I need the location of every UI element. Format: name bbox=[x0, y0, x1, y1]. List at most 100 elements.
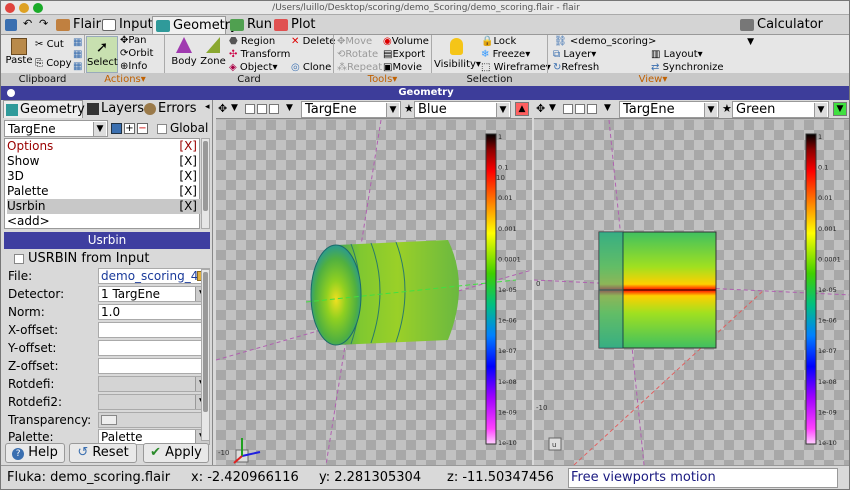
list-item[interactable]: Options [X] bbox=[7, 139, 201, 154]
viewport-layer-select[interactable]: TargEne ▼ bbox=[301, 101, 401, 118]
viewport-layer-select[interactable]: TargEne ▼ bbox=[619, 101, 719, 118]
detector-select[interactable]: 1 TargEne▼ bbox=[98, 286, 210, 302]
move-icon[interactable]: ✥ bbox=[536, 102, 545, 115]
layer-name-select[interactable]: TargEne ▼ bbox=[4, 120, 108, 137]
tab-flair[interactable]: Flair bbox=[53, 16, 101, 34]
rotdefi-select[interactable]: ▼ bbox=[98, 376, 210, 392]
grid-icon-3[interactable]: ▦ bbox=[73, 61, 82, 73]
viewport-color-select[interactable]: Blue ▼ bbox=[414, 101, 511, 118]
list-item[interactable]: Show [X] bbox=[7, 154, 201, 169]
reset-button[interactable]: ↺ Reset bbox=[69, 443, 137, 463]
pick-icon[interactable] bbox=[563, 104, 573, 114]
viewport-color-select[interactable]: Green ▼ bbox=[732, 101, 829, 118]
group-tools[interactable]: Tools▾ bbox=[334, 73, 431, 86]
group-actions[interactable]: Actions▾ bbox=[85, 73, 165, 86]
region-button[interactable]: ⬣ Region bbox=[229, 36, 275, 48]
chevron-down-icon[interactable]: ▼ bbox=[286, 103, 293, 113]
z-offset-field[interactable] bbox=[98, 358, 210, 374]
tab-geometry-panel[interactable]: Geometry bbox=[3, 100, 85, 118]
project-select[interactable]: ⛓ <demo_scoring> ▼ bbox=[551, 36, 756, 50]
apply-button[interactable]: ✔ Apply bbox=[143, 443, 209, 463]
x-offset-field[interactable] bbox=[98, 322, 210, 338]
group-view[interactable]: View▾ bbox=[548, 73, 758, 86]
transparency-slider[interactable] bbox=[98, 412, 210, 428]
norm-field[interactable]: 1.0 bbox=[98, 304, 210, 320]
lock-button[interactable]: 🔒Lock bbox=[481, 36, 516, 48]
move-icon[interactable]: ✥ bbox=[218, 102, 227, 115]
list-item[interactable]: Palette [X] bbox=[7, 184, 201, 199]
move-button[interactable]: ✥Move bbox=[337, 36, 372, 48]
usrbin-from-input-checkbox[interactable] bbox=[14, 254, 24, 264]
scrollbar-thumb[interactable] bbox=[203, 272, 208, 412]
tab-input[interactable]: Input bbox=[99, 16, 153, 34]
view-icon[interactable] bbox=[575, 104, 585, 114]
select-button[interactable]: ➚ Select bbox=[86, 36, 118, 73]
grid-icon-2[interactable]: ▦ bbox=[73, 49, 82, 61]
cut-button[interactable]: ✂ Cut bbox=[35, 39, 64, 51]
chevron-down-icon[interactable]: ▼ bbox=[231, 103, 238, 113]
volume-button[interactable]: ◉Volume bbox=[383, 36, 429, 48]
rotdefi2-select[interactable]: ▼ bbox=[98, 394, 210, 410]
help-button[interactable]: ? Help bbox=[5, 443, 65, 463]
viewport-canvas[interactable]: -10 0 u 1 0.1 0.01 0.001 0.0001 1e-05 1e-06 1e-… bbox=[534, 120, 849, 465]
grid-toggle-icon[interactable] bbox=[587, 104, 597, 114]
layer-list-scrollbar[interactable] bbox=[201, 138, 210, 229]
minimize-window-button[interactable] bbox=[19, 3, 29, 13]
list-item-add[interactable]: <add> bbox=[7, 214, 201, 229]
freeze-button[interactable]: ❄ Freeze▾ bbox=[481, 49, 530, 61]
layer-button[interactable]: ⧉ Layer▾ bbox=[553, 49, 596, 61]
list-item-selected[interactable]: Usrbin [X] bbox=[7, 199, 201, 214]
chevron-down-icon[interactable]: ▼ bbox=[549, 103, 556, 113]
maximize-window-button[interactable] bbox=[33, 3, 43, 13]
scrollbar-thumb[interactable] bbox=[203, 141, 208, 211]
pick-icon[interactable] bbox=[245, 104, 255, 114]
tab-run[interactable]: Run bbox=[227, 16, 272, 34]
tab-layers[interactable]: Layers bbox=[85, 100, 144, 118]
color-swatch[interactable]: ▲ bbox=[515, 102, 529, 116]
pan-button[interactable]: ✥Pan bbox=[120, 35, 146, 47]
transform-button[interactable]: ✣ Transform bbox=[229, 49, 290, 61]
body-button[interactable]: Body bbox=[169, 37, 199, 67]
z-offset-label: Z-offset: bbox=[8, 359, 59, 373]
global-checkbox[interactable] bbox=[157, 124, 167, 134]
visibility-button[interactable]: Visibility▾ bbox=[434, 38, 481, 70]
rotate-button[interactable]: ⟲Rotate bbox=[337, 49, 378, 61]
star-icon[interactable]: ★ bbox=[722, 102, 732, 115]
add-layer-icon[interactable]: + bbox=[124, 123, 135, 134]
viewport-canvas[interactable]: -10 10 1 0.1 0.01 0.001 0.0001 1e-05 1e-06 1e-0… bbox=[216, 120, 532, 465]
close-window-button[interactable] bbox=[5, 3, 15, 13]
list-item[interactable]: 3D [X] bbox=[7, 169, 201, 184]
remove-layer-icon[interactable]: − bbox=[137, 123, 148, 134]
tab-errors[interactable]: Errors bbox=[142, 100, 196, 118]
calculator-button[interactable]: Calculator bbox=[737, 16, 823, 34]
tab-geometry[interactable]: Geometry bbox=[152, 16, 238, 34]
layer-list[interactable]: Options [X] Show [X] 3D [X] Palette [X] Usrb… bbox=[4, 138, 201, 229]
copy-layer-icon[interactable] bbox=[111, 123, 122, 134]
y-offset-field[interactable] bbox=[98, 340, 210, 356]
viewport-left[interactable]: ✥ ▼ ▼ TargEne ▼ ★ Blue ▼ ▲ -10 10 1 0.1 … bbox=[216, 100, 532, 465]
fields-scrollbar[interactable] bbox=[201, 269, 210, 441]
color-swatch[interactable]: ▼ bbox=[833, 102, 847, 116]
geometry-frame-icon[interactable] bbox=[7, 89, 15, 97]
tab-plot[interactable]: Plot bbox=[271, 16, 316, 34]
app-icon[interactable] bbox=[5, 19, 17, 31]
paste-button[interactable]: Paste bbox=[5, 38, 33, 66]
view-icon[interactable] bbox=[257, 104, 267, 114]
zone-button[interactable]: Zone bbox=[199, 37, 227, 67]
delete-button[interactable]: ✕ Delete bbox=[291, 36, 335, 48]
grid-toggle-icon[interactable] bbox=[269, 104, 279, 114]
copy-button[interactable]: ⎘ Copy bbox=[35, 58, 72, 70]
redo-icon[interactable]: ↷ bbox=[39, 17, 48, 30]
export-button[interactable]: ▤Export bbox=[383, 49, 425, 61]
layout-button[interactable]: ▥ Layout▾ bbox=[651, 49, 703, 61]
undo-icon[interactable]: ↶ bbox=[23, 17, 32, 30]
slider-thumb[interactable] bbox=[101, 415, 117, 425]
chevron-left-icon[interactable]: ◂ bbox=[205, 102, 210, 112]
orbit-button[interactable]: ⟳Orbit bbox=[120, 48, 153, 60]
viewport-right[interactable]: ✥ ▼ ▼ TargEne ▼ ★ Green ▼ ▼ -10 0 u 1 0.… bbox=[534, 100, 849, 465]
star-icon[interactable]: ★ bbox=[404, 102, 414, 115]
grid-icon[interactable]: ▦ bbox=[73, 37, 82, 49]
chevron-down-icon[interactable]: ▼ bbox=[604, 103, 611, 113]
file-field[interactable]: demo_scoring_4 bbox=[98, 268, 210, 284]
info-button[interactable]: ⊕Info bbox=[120, 61, 147, 73]
